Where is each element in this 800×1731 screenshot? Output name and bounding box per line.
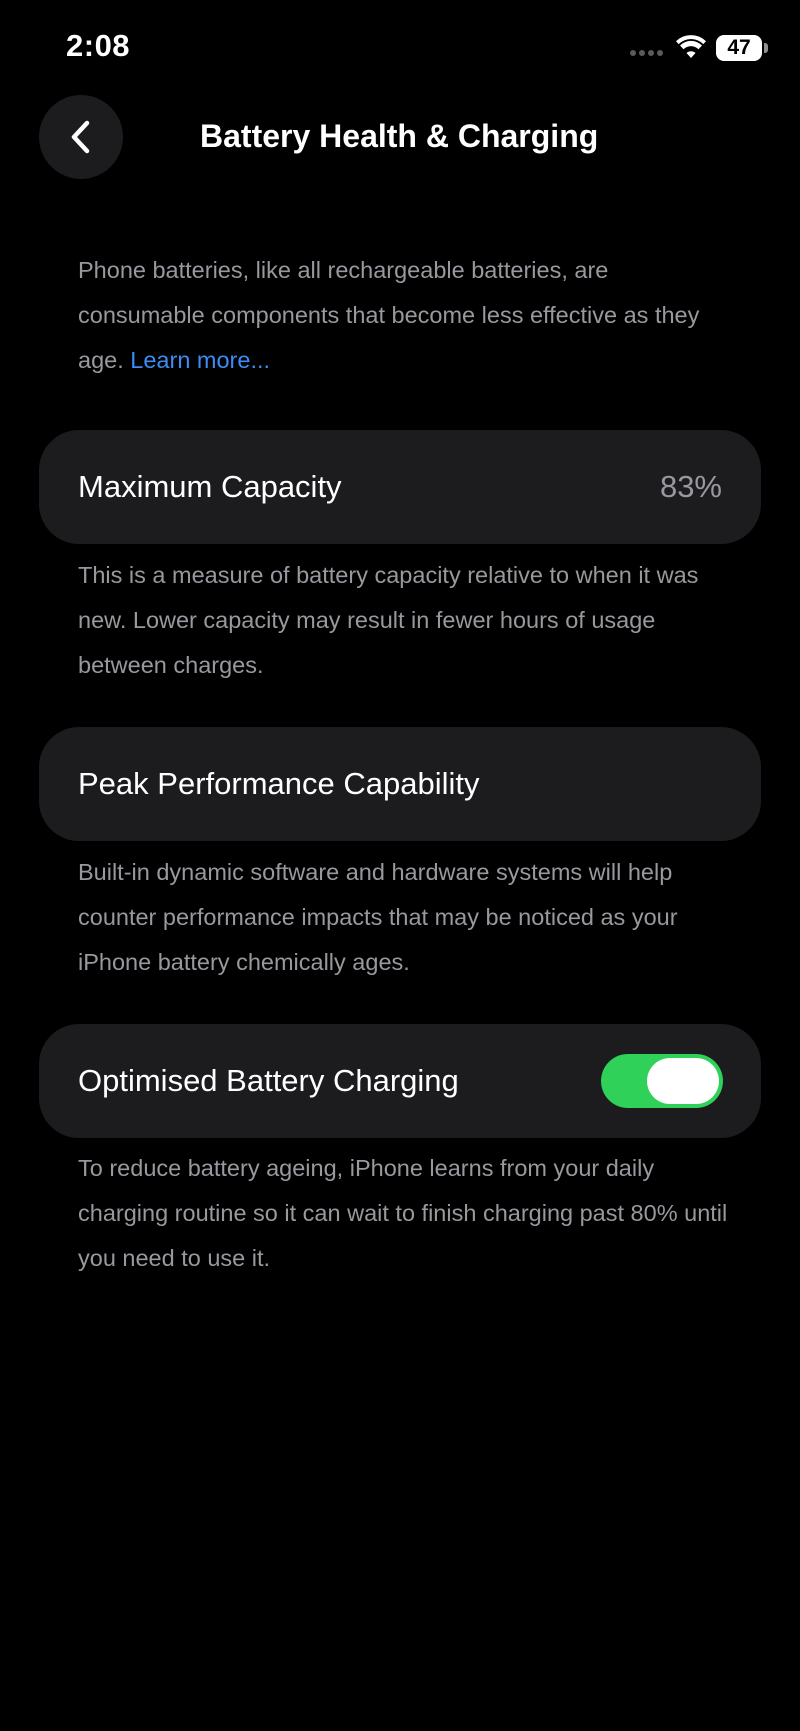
maximum-capacity-footnote: This is a measure of battery capacity re… bbox=[78, 562, 699, 678]
battery-icon: 47 bbox=[716, 35, 762, 61]
toggle-knob bbox=[647, 1058, 719, 1104]
cellular-signal-icon bbox=[630, 50, 663, 56]
maximum-capacity-row: Maximum Capacity 83% bbox=[39, 430, 761, 544]
battery-level: 47 bbox=[727, 36, 751, 59]
battery-nub bbox=[764, 43, 768, 53]
optimised-charging-toggle[interactable] bbox=[601, 1054, 723, 1108]
wifi-icon bbox=[676, 35, 706, 58]
intro-text: Phone batteries, like all rechargeable b… bbox=[78, 248, 738, 383]
maximum-capacity-label: Maximum Capacity bbox=[78, 469, 342, 504]
back-button[interactable] bbox=[39, 95, 123, 179]
peak-performance-footnote: Built-in dynamic software and hardware s… bbox=[78, 859, 678, 975]
status-bar: 2:08 47 bbox=[0, 0, 800, 96]
optimised-charging-row: Optimised Battery Charging bbox=[39, 1024, 761, 1138]
status-time: 2:08 bbox=[66, 28, 131, 63]
optimised-charging-footnote: To reduce battery ageing, iPhone learns … bbox=[78, 1155, 728, 1271]
maximum-capacity-value: 83% bbox=[659, 469, 722, 504]
peak-performance-label: Peak Performance Capability bbox=[78, 766, 480, 801]
learn-more-link[interactable]: Learn more... bbox=[130, 347, 270, 373]
peak-performance-row: Peak Performance Capability bbox=[39, 727, 761, 841]
chevron-left-icon bbox=[71, 120, 90, 154]
optimised-charging-label: Optimised Battery Charging bbox=[78, 1063, 459, 1098]
page-title: Battery Health & Charging bbox=[200, 118, 599, 154]
